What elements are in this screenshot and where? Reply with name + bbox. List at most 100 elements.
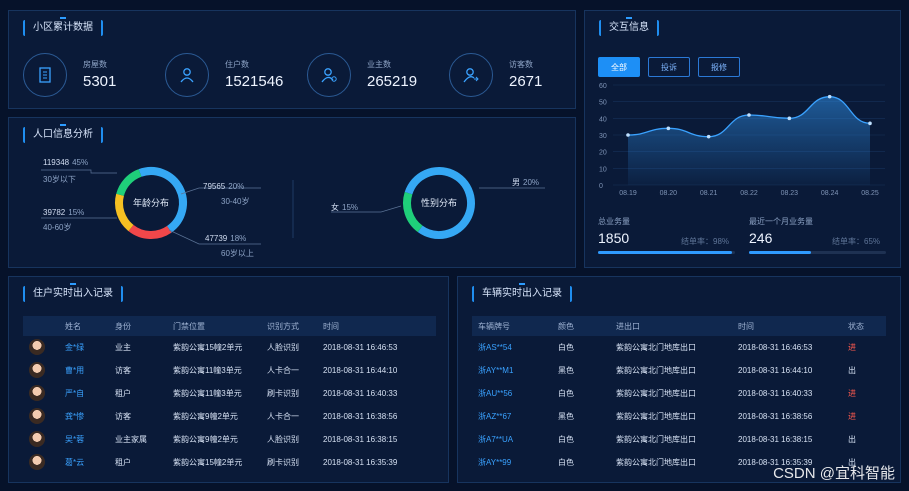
resident-name[interactable]: 严*自 bbox=[59, 382, 109, 405]
vehicle-plate[interactable]: 浙AZ**67 bbox=[472, 405, 552, 428]
vehicle-color: 白色 bbox=[558, 435, 574, 444]
resident-time: 2018-08-31 16:38:15 bbox=[323, 435, 398, 444]
vehicle-time: 2018-08-31 16:38:15 bbox=[738, 435, 813, 444]
table-row[interactable]: 吴*蓉 业主家属 紫韵公寓9幢2单元 人脸识别 2018-08-31 16:38:15 bbox=[23, 428, 436, 451]
table-header-row: 姓名 身份 门禁位置 识别方式 时间 bbox=[23, 316, 436, 336]
stat-label: 访客数 bbox=[509, 60, 533, 69]
interaction-area-chart: 60 50 40 30 20 10 0 08.19 08.20 08.21 08.22 08.23 08… bbox=[599, 83, 885, 197]
col-method: 识别方式 bbox=[267, 321, 299, 331]
vehicle-gate: 紫韵公寓北门地库出口 bbox=[616, 366, 696, 375]
age-label-over60-range: 60岁以上 bbox=[221, 249, 254, 258]
resident-time: 2018-08-31 16:46:53 bbox=[323, 343, 398, 352]
resident-table: 姓名 身份 门禁位置 识别方式 时间 金*绿 业主紫韵公寓15幢2单元 人脸识别 20… bbox=[23, 316, 436, 474]
data-point[interactable] bbox=[666, 126, 671, 131]
vehicle-table: 车辆牌号 颜色 进出口 时间 状态 浙AS**54 白色 紫韵公寓北门地库出口 201… bbox=[472, 316, 886, 474]
table-row[interactable]: 金*绿 业主 紫韵公寓15幢2单元 人脸识别 2018-08-31 16:46:53 bbox=[23, 336, 436, 359]
resident-role: 业主 bbox=[115, 343, 131, 352]
vehicle-gate: 紫韵公寓北门地库出口 bbox=[616, 412, 696, 421]
age-label-under30-range: 30岁以下 bbox=[43, 175, 76, 184]
y-tick-label: 40 bbox=[599, 116, 607, 123]
age-donut-chart: 年龄分布 性别分布 bbox=[41, 167, 545, 245]
age-label-over60: 47739 18% bbox=[205, 234, 247, 243]
vehicle-color: 黑色 bbox=[558, 366, 574, 375]
vehicle-plate[interactable]: 浙AS**54 bbox=[472, 336, 552, 359]
resident-role: 访客 bbox=[115, 366, 131, 375]
resident-method: 刷卡识别 bbox=[267, 458, 299, 467]
table-row[interactable]: 葛*云 租户 紫韵公寓15幢2单元 刷卡识别 2018-08-31 16:35:39 bbox=[23, 451, 436, 474]
col-name: 姓名 bbox=[65, 321, 81, 331]
avatar bbox=[23, 405, 59, 428]
vehicle-time: 2018-08-31 16:44:10 bbox=[738, 366, 813, 375]
interaction-title: 交互信息 bbox=[599, 17, 659, 36]
resident-location: 紫韵公寓15幢2单元 bbox=[173, 458, 243, 467]
age-label-under30: 119348 45% bbox=[43, 158, 89, 167]
interaction-panel: 交互信息 全部 投诉 报修 60 50 40 30 20 10 0 08.19 08.20 08.… bbox=[584, 10, 901, 268]
vehicle-plate[interactable]: 浙A7**UA bbox=[472, 428, 552, 451]
gender-label-female: 女 15% bbox=[331, 203, 359, 212]
stat-value: 265219 bbox=[367, 73, 418, 90]
resident-method: 人卡合一 bbox=[267, 412, 299, 421]
resident-method: 人脸识别 bbox=[267, 343, 299, 352]
stat-value: 2671 bbox=[509, 73, 543, 90]
gender-label-male: 男 20% bbox=[512, 178, 540, 187]
resident-name[interactable]: 金*绿 bbox=[59, 336, 109, 359]
stat-visitors: 访客数 2671 bbox=[449, 53, 579, 99]
resident-time: 2018-08-31 16:44:10 bbox=[323, 366, 398, 375]
resident-time: 2018-08-31 16:40:33 bbox=[323, 389, 398, 398]
data-point[interactable] bbox=[787, 116, 792, 121]
x-tick-label: 08.21 bbox=[700, 190, 718, 197]
data-point[interactable] bbox=[626, 133, 630, 137]
resident-name[interactable]: 曹*用 bbox=[59, 359, 109, 382]
age-segment-1 bbox=[128, 224, 172, 239]
stat-label: 房屋数 bbox=[83, 60, 107, 69]
y-tick-label: 60 bbox=[599, 83, 607, 90]
table-row[interactable]: 浙AS**54 白色 紫韵公寓北门地库出口 2018-08-31 16:46:53 进 bbox=[472, 336, 886, 359]
table-row[interactable]: 曹*用 访客 紫韵公寓11幢3单元 人卡合一 2018-08-31 16:44:10 bbox=[23, 359, 436, 382]
resident-name[interactable]: 葛*云 bbox=[59, 451, 109, 474]
vehicle-status: 进 bbox=[848, 389, 856, 398]
tab-repair[interactable]: 报修 bbox=[698, 57, 740, 77]
data-point[interactable] bbox=[827, 94, 832, 99]
resident-name[interactable]: 吴*蓉 bbox=[59, 428, 109, 451]
stat-label: 住户数 bbox=[225, 60, 249, 69]
resident-name[interactable]: 龚*惨 bbox=[59, 405, 109, 428]
table-row[interactable]: 浙AZ**67 黑色 紫韵公寓北门地库出口 2018-08-31 16:38:56 进 bbox=[472, 405, 886, 428]
age-label-40-60: 39782 15% bbox=[43, 208, 85, 217]
vehicle-color: 白色 bbox=[558, 389, 574, 398]
avatar bbox=[23, 336, 59, 359]
vehicle-plate[interactable]: 浙AU**56 bbox=[472, 382, 552, 405]
table-header-row: 车辆牌号 颜色 进出口 时间 状态 bbox=[472, 316, 886, 336]
stat-residents: 住户数 1521546 bbox=[165, 53, 295, 99]
vehicle-status: 进 bbox=[848, 343, 856, 352]
vehicle-gate: 紫韵公寓北门地库出口 bbox=[616, 458, 696, 467]
table-row[interactable]: 浙AU**56 白色 紫韵公寓北门地库出口 2018-08-31 16:40:33 进 bbox=[472, 382, 886, 405]
tab-all[interactable]: 全部 bbox=[598, 57, 640, 77]
vehicle-time: 2018-08-31 16:38:56 bbox=[738, 412, 813, 421]
population-panel: 人口信息分析 年龄分布 性别分布 119348 45% 30岁以下 39782 15… bbox=[8, 117, 576, 268]
data-point[interactable] bbox=[747, 113, 751, 117]
total-business-value: 1850 bbox=[598, 230, 630, 246]
col-status: 状态 bbox=[848, 321, 864, 331]
table-row[interactable]: 浙A7**UA 白色 紫韵公寓北门地库出口 2018-08-31 16:38:15 出 bbox=[472, 428, 886, 451]
resident-location: 紫韵公寓11幢3单元 bbox=[173, 389, 242, 398]
vehicle-plate[interactable]: 浙AY**M1 bbox=[472, 359, 552, 382]
stat-houses: 房屋数 5301 bbox=[23, 53, 153, 99]
tab-complaint[interactable]: 投诉 bbox=[648, 57, 690, 77]
total-progress-bar bbox=[598, 251, 735, 254]
data-point[interactable] bbox=[706, 134, 711, 139]
vehicle-plate[interactable]: 浙AY**99 bbox=[472, 451, 552, 474]
col-plate: 车辆牌号 bbox=[478, 321, 510, 331]
data-point[interactable] bbox=[868, 121, 872, 126]
vehicle-gate: 紫韵公寓北门地库出口 bbox=[616, 389, 696, 398]
resident-location: 紫韵公寓11幢3单元 bbox=[173, 366, 242, 375]
col-time: 时间 bbox=[738, 321, 754, 331]
resident-method: 人卡合一 bbox=[267, 366, 299, 375]
table-row[interactable]: 龚*惨 访客 紫韵公寓9幢2单元 人卡合一 2018-08-31 16:38:56 bbox=[23, 405, 436, 428]
resident-records-panel: 住户实时出入记录 姓名 身份 门禁位置 识别方式 时间 金*绿 业主 紫韵公寓15幢… bbox=[8, 276, 449, 483]
vehicle-color: 白色 bbox=[558, 343, 574, 352]
age-label-30-40: 79565 20% bbox=[203, 182, 245, 191]
table-row[interactable]: 浙AY**M1 黑色 紫韵公寓北门地库出口 2018-08-31 16:44:10 出 bbox=[472, 359, 886, 382]
table-row[interactable]: 严*自 租户 紫韵公寓11幢3单元 刷卡识别 2018-08-31 16:40:33 bbox=[23, 382, 436, 405]
x-tick-label: 08.24 bbox=[821, 190, 839, 197]
user-icon bbox=[165, 53, 209, 97]
